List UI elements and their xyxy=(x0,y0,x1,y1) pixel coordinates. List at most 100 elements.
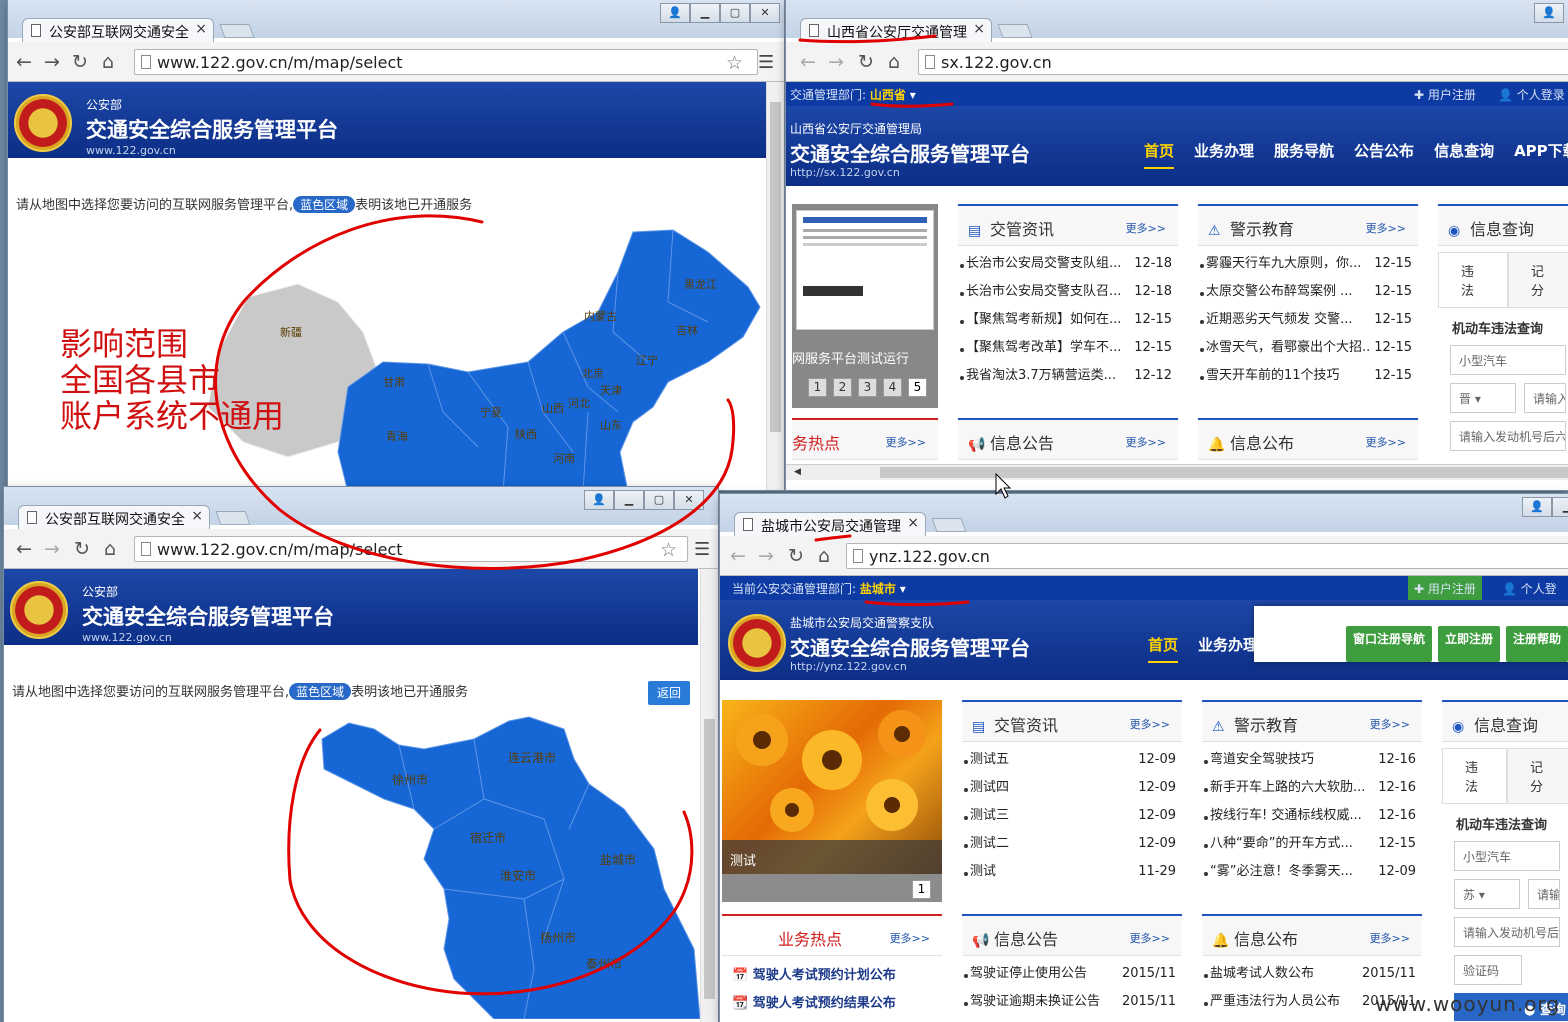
plate-input[interactable]: 请输入 xyxy=(1524,383,1566,413)
page-dot[interactable]: 3 xyxy=(858,378,877,397)
tab-close-icon[interactable]: × xyxy=(973,21,985,37)
label-suqian[interactable]: 宿迁市 xyxy=(470,829,506,846)
caret-down-icon[interactable]: ▾ xyxy=(906,88,916,102)
page-dot[interactable]: 4 xyxy=(883,378,902,397)
home-icon[interactable]: ⌂ xyxy=(888,52,900,72)
list-item[interactable]: 弯道安全驾驶技巧 12-16 xyxy=(1202,746,1422,774)
tab-close-icon[interactable]: × xyxy=(191,508,203,524)
nav-query[interactable]: 信息查询 xyxy=(1434,140,1494,169)
register-button[interactable]: ✚ 用户注册 xyxy=(1408,576,1482,600)
nav-home[interactable]: 首页 xyxy=(1144,140,1175,169)
list-item[interactable]: 【聚焦驾考改革】学车不... 12-15 xyxy=(958,334,1178,362)
caret-down-icon[interactable]: ▾ xyxy=(896,582,906,596)
user-icon[interactable]: 👤 xyxy=(584,490,614,510)
tab-violation[interactable]: 违法 xyxy=(1442,748,1507,803)
label-henan[interactable]: 河南 xyxy=(553,450,575,466)
more-link[interactable]: 更多>> xyxy=(1130,716,1170,732)
label-hebei[interactable]: 河北 xyxy=(568,395,590,411)
home-icon[interactable]: ⌂ xyxy=(818,546,830,566)
province-select[interactable]: 晋 ▾ xyxy=(1450,383,1516,413)
label-gansu[interactable]: 甘肃 xyxy=(383,374,405,390)
page-dot[interactable]: 5 xyxy=(908,378,927,397)
list-item[interactable]: 太原交警公布醉驾案例 ... 12-15 xyxy=(1198,278,1418,306)
list-item[interactable]: 盐城考试人数公布 2015/11 xyxy=(1202,960,1422,988)
more-link[interactable]: 更多>> xyxy=(1370,716,1410,732)
label-shaanxi[interactable]: 陕西 xyxy=(515,426,537,442)
back-icon[interactable]: ← xyxy=(800,52,816,72)
browser-tab[interactable]: 公安部互联网交通安全 × xyxy=(18,505,210,529)
reload-icon[interactable]: ↻ xyxy=(788,546,804,566)
reload-icon[interactable]: ↻ xyxy=(74,539,90,559)
forward-icon[interactable]: → xyxy=(44,52,60,72)
more-link[interactable]: 更多>> xyxy=(886,434,926,450)
address-bar[interactable]: sx.122.gov.cn xyxy=(918,49,1568,75)
label-qinghai[interactable]: 青海 xyxy=(386,428,408,444)
reload-icon[interactable]: ↻ xyxy=(72,52,88,72)
close-button[interactable]: ✕ xyxy=(750,3,780,23)
maximize-button[interactable]: ▢ xyxy=(720,3,750,23)
tab-close-icon[interactable]: × xyxy=(195,21,207,37)
label-yangzhou[interactable]: 扬州市 xyxy=(540,929,576,946)
list-item[interactable]: “雾”必注意！冬季雾天... 12-09 xyxy=(1202,858,1422,886)
register-link[interactable]: ✚ 用户注册 xyxy=(1414,86,1476,103)
label-jilin[interactable]: 吉林 xyxy=(676,322,698,338)
minimize-button[interactable]: ▁ xyxy=(614,490,644,510)
province-select[interactable]: 苏 ▾ xyxy=(1454,879,1520,909)
scrollbar-thumb[interactable] xyxy=(704,719,715,999)
vertical-scrollbar[interactable] xyxy=(766,82,784,490)
label-lianyungang[interactable]: 连云港市 xyxy=(508,749,556,766)
forward-icon[interactable]: → xyxy=(758,546,774,566)
list-item[interactable]: 测试四 12-09 xyxy=(962,774,1182,802)
forward-icon[interactable]: → xyxy=(828,52,844,72)
region-selector[interactable]: 盐城市 xyxy=(860,582,896,596)
minimize-button[interactable]: ▁ xyxy=(1552,497,1568,517)
vertical-scrollbar[interactable] xyxy=(700,569,718,1022)
label-beijing[interactable]: 北京 xyxy=(582,365,604,381)
label-tianjin[interactable]: 天津 xyxy=(600,382,622,398)
scroll-left-icon[interactable]: ◀ xyxy=(794,467,801,477)
new-tab-button[interactable] xyxy=(219,24,255,38)
maximize-button[interactable]: ▢ xyxy=(644,490,674,510)
label-neimenggu[interactable]: 内蒙古 xyxy=(584,308,617,324)
vehicle-type-select[interactable]: 小型汽车 xyxy=(1454,841,1560,871)
list-item[interactable]: 近期恶劣天气频发 交警... 12-15 xyxy=(1198,306,1418,334)
menu-icon[interactable]: ☰ xyxy=(758,52,774,73)
more-link[interactable]: 更多>> xyxy=(1366,434,1406,450)
minimize-button[interactable]: ▁ xyxy=(690,3,720,23)
list-item[interactable]: 新手开车上路的六大软肋... 12-16 xyxy=(1202,774,1422,802)
login-link[interactable]: 👤 个人登录 xyxy=(1498,86,1565,103)
bookmark-star-icon[interactable]: ☆ xyxy=(726,52,743,74)
list-item[interactable]: 八种“要命”的开车方式... 12-15 xyxy=(1202,830,1422,858)
captcha-input[interactable]: 验证码 xyxy=(1454,955,1522,985)
label-liaoning[interactable]: 辽宁 xyxy=(636,352,658,368)
close-button[interactable]: ✕ xyxy=(674,490,704,510)
horizontal-scrollbar[interactable]: ◀ xyxy=(786,464,1568,480)
list-item[interactable]: 驾驶证停止使用公告 2015/11 xyxy=(962,960,1182,988)
browser-tab[interactable]: 盐城市公安局交通管理 × xyxy=(734,512,926,536)
window-register-nav-button[interactable]: 窗口注册导航 xyxy=(1346,626,1433,662)
list-item[interactable]: 测试 11-29 xyxy=(962,858,1182,886)
label-shandong[interactable]: 山东 xyxy=(600,417,622,433)
scrollbar-thumb[interactable] xyxy=(770,102,781,432)
nav-app[interactable]: APP下载 xyxy=(1514,140,1568,169)
nav-home[interactable]: 首页 xyxy=(1148,634,1179,663)
scrollbar-thumb[interactable] xyxy=(880,467,1568,478)
new-tab-button[interactable] xyxy=(215,511,251,525)
list-item[interactable]: 我省淘汰3.7万辆营运类... 12-12 xyxy=(958,362,1178,390)
hot-item[interactable]: 📆 驾驶人考试预约结果公布 xyxy=(732,990,942,1018)
user-icon[interactable]: 👤 xyxy=(1534,3,1564,23)
more-link[interactable]: 更多>> xyxy=(1126,434,1166,450)
page-dot[interactable]: 2 xyxy=(833,378,852,397)
label-yancheng[interactable]: 盐城市 xyxy=(600,851,636,868)
list-item[interactable]: 驾驶证逾期未换证公告 2015/11 xyxy=(962,988,1182,1016)
engine-number-input[interactable]: 请输入发动机号后六 xyxy=(1450,421,1566,451)
menu-icon[interactable]: ☰ xyxy=(694,539,710,560)
back-button[interactable]: 返回 xyxy=(648,681,690,705)
label-shanxi[interactable]: 山西 xyxy=(542,400,564,416)
region-selector[interactable]: 山西省 xyxy=(870,88,906,102)
bookmark-star-icon[interactable]: ☆ xyxy=(660,539,677,561)
list-item[interactable]: 测试二 12-09 xyxy=(962,830,1182,858)
nav-announce[interactable]: 公告公布 xyxy=(1354,140,1414,169)
label-heilongjiang[interactable]: 黑龙江 xyxy=(684,276,717,292)
hot-item[interactable]: 📅 驾驶人考试预约计划公布 xyxy=(732,962,942,990)
